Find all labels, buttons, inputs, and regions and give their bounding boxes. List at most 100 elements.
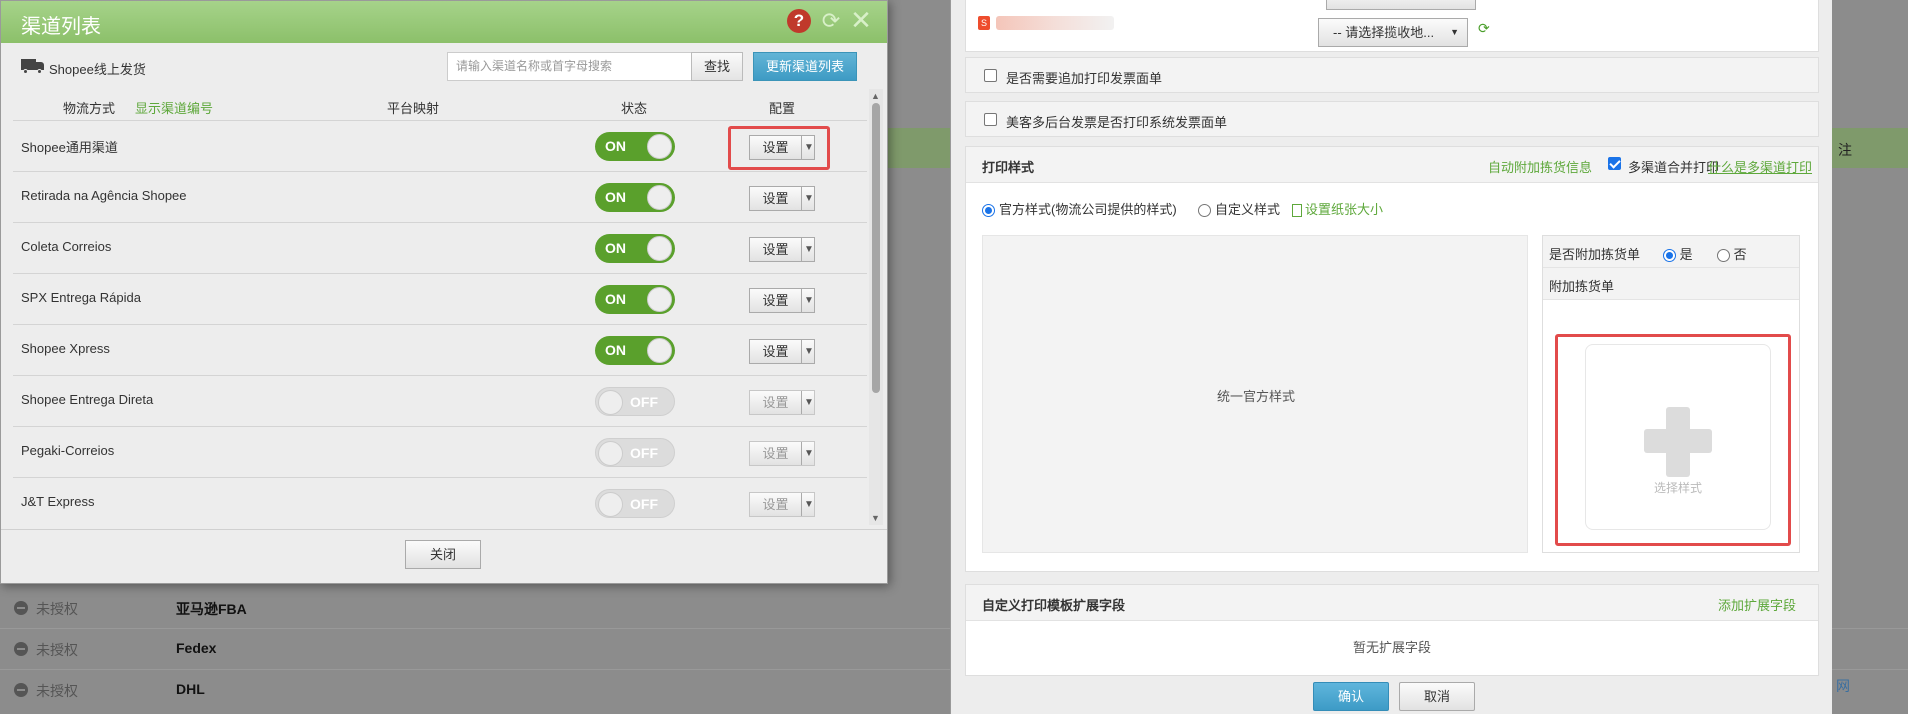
- show-channel-code-link[interactable]: 显示渠道编号: [135, 98, 213, 117]
- attach-label-row: 附加拣货单: [1543, 268, 1799, 300]
- attach-no-option[interactable]: 否: [1717, 244, 1747, 263]
- channel-name: Shopee通用渠道: [21, 140, 118, 155]
- update-channel-list-button[interactable]: 更新渠道列表: [753, 52, 857, 81]
- channel-name: Coleta Correios: [21, 239, 112, 254]
- config-dropdown-button[interactable]: 设置 ▼: [749, 237, 815, 262]
- scroll-up-icon[interactable]: ▲: [871, 91, 880, 101]
- channel-toggle[interactable]: OFF: [595, 489, 675, 518]
- search-button[interactable]: 查找: [691, 52, 743, 81]
- dialog-title: 渠道列表: [21, 16, 101, 38]
- ext-fields-section: 自定义打印模板扩展字段 添加扩展字段 暂无扩展字段: [965, 584, 1819, 676]
- print-style-section: 打印样式 自动附加拣货信息 多渠道合并打印 什么是多渠道打印 官方样式(物流公司…: [965, 146, 1819, 572]
- pick-list-panel: 是否附加拣货单 是 否 附加拣货单 选择样式: [1542, 235, 1800, 553]
- config-dropdown-button[interactable]: 设置 ▼: [749, 186, 815, 211]
- table-row: Pegaki-Correios OFF 设置 ▼: [13, 427, 867, 478]
- ext-fields-empty: 暂无扩展字段: [1352, 640, 1431, 655]
- config-dropdown-button[interactable]: 设置 ▼: [749, 339, 815, 364]
- scrollbar-thumb[interactable]: [872, 103, 880, 393]
- channel-toolbar: Shopee线上发货 请输入渠道名称或首字母搜索 查找 更新渠道列表: [1, 43, 887, 89]
- highlight-frame: [728, 126, 830, 170]
- invoice-option-label: 是否需要追加打印发票面单: [1006, 71, 1163, 86]
- header-config: 配置: [769, 101, 796, 116]
- highlight-frame: [1555, 334, 1791, 546]
- minus-circle-icon: [14, 683, 28, 697]
- shop-info-row: S -- 请选择揽收地... ▼ ⟳: [965, 0, 1819, 52]
- scroll-down-icon[interactable]: ▼: [871, 513, 880, 523]
- channel-list-dialog: 渠道列表 ? ⟳ ✕ Shopee线上发货 请输入渠道名称或首字母搜索 查找 更…: [0, 0, 888, 584]
- close-button[interactable]: 关闭: [405, 540, 481, 569]
- shopee-logo-icon: S: [978, 16, 990, 30]
- partial-button[interactable]: [1326, 0, 1476, 10]
- attach-yes-radio[interactable]: [1663, 249, 1676, 263]
- channel-name: Shopee Xpress: [21, 341, 110, 356]
- multi-merge-checkbox[interactable]: [1608, 157, 1621, 170]
- chevron-down-icon: ▼: [804, 346, 814, 357]
- truck-icon: [21, 59, 45, 74]
- refresh-icon[interactable]: ⟳: [1478, 20, 1490, 37]
- paper-size-link[interactable]: 设置纸张大小: [1292, 199, 1383, 218]
- channel-table-header: 物流方式 显示渠道编号 平台映射 状态 配置: [13, 89, 867, 121]
- channel-table: 物流方式 显示渠道编号 平台映射 状态 配置 Shopee通用渠道 ON 设置 ▼…: [13, 89, 867, 525]
- cancel-button[interactable]: 取消: [1399, 682, 1475, 711]
- custom-style-radio[interactable]: [1198, 204, 1211, 218]
- config-dropdown-button: 设置 ▼: [749, 441, 815, 466]
- channel-name: J&T Express: [21, 494, 95, 509]
- channel-name: Retirada na Agência Shopee: [21, 188, 187, 203]
- background-row-name: 亚马逊FBA: [176, 601, 247, 617]
- close-icon[interactable]: ✕: [849, 7, 873, 33]
- blurred-shop-name: [996, 16, 1114, 30]
- channel-toggle[interactable]: ON: [595, 132, 675, 161]
- help-icon[interactable]: ?: [787, 9, 811, 33]
- channel-toggle[interactable]: ON: [595, 285, 675, 314]
- channel-toggle[interactable]: ON: [595, 234, 675, 263]
- header-method: 物流方式: [63, 101, 116, 116]
- scrollbar[interactable]: ▲ ▼: [869, 89, 883, 525]
- invoice-checkbox[interactable]: [984, 69, 997, 82]
- pickup-address-select[interactable]: -- 请选择揽收地... ▼: [1318, 18, 1468, 47]
- config-dropdown-button[interactable]: 设置 ▼: [749, 288, 815, 313]
- chevron-down-icon: ▼: [804, 244, 814, 255]
- channel-name: Pegaki-Correios: [21, 443, 115, 458]
- auto-pick-info-link[interactable]: 自动附加拣货信息: [1488, 157, 1592, 176]
- background-row-status: 未授权: [36, 642, 78, 658]
- refresh-icon[interactable]: ⟳: [819, 9, 843, 33]
- add-ext-field-link[interactable]: 添加扩展字段: [1718, 595, 1796, 614]
- shop-label: Shopee线上发货: [49, 62, 146, 77]
- background-edge-text-2: 网: [1836, 678, 1850, 694]
- table-row: Coleta Correios ON 设置 ▼: [13, 223, 867, 274]
- channel-name: SPX Entrega Rápida: [21, 290, 141, 305]
- config-dropdown-button: 设置 ▼: [749, 390, 815, 415]
- official-style-radio[interactable]: [982, 204, 995, 218]
- table-row: SPX Entrega Rápida ON 设置 ▼: [13, 274, 867, 325]
- table-row: J&T Express OFF 设置 ▼: [13, 478, 867, 525]
- background-row: 未授权 DHL: [0, 670, 900, 710]
- table-row: Retirada na Agência Shopee ON 设置 ▼: [13, 172, 867, 223]
- confirm-button[interactable]: 确认: [1313, 682, 1389, 711]
- config-dropdown-button: 设置 ▼: [749, 492, 815, 517]
- channel-toggle[interactable]: ON: [595, 336, 675, 365]
- channel-toggle[interactable]: OFF: [595, 387, 675, 416]
- meike-invoice-checkbox[interactable]: [984, 113, 997, 126]
- print-style-title: 打印样式: [982, 160, 1035, 175]
- attach-question-label: 是否附加拣货单: [1549, 247, 1641, 262]
- background-edge-text: 注: [1838, 142, 1852, 158]
- preview-label: 统一官方样式: [1216, 389, 1295, 404]
- channel-toggle[interactable]: OFF: [595, 438, 675, 467]
- header-status: 状态: [621, 101, 648, 116]
- custom-style-option[interactable]: 自定义样式: [1198, 199, 1280, 218]
- print-settings-panel: S -- 请选择揽收地... ▼ ⟳ 是否需要追加打印发票面单 美客多后台发票是否…: [950, 0, 1832, 714]
- chevron-down-icon: ▼: [804, 499, 814, 510]
- background-row-name: Fedex: [176, 640, 217, 656]
- official-style-option[interactable]: 官方样式(物流公司提供的样式): [982, 199, 1177, 218]
- attach-yes-option[interactable]: 是: [1663, 244, 1693, 263]
- what-is-multi-link[interactable]: 什么是多渠道打印: [1708, 157, 1812, 176]
- document-icon: [1292, 204, 1302, 218]
- background-row: 未授权 Fedex: [0, 629, 900, 669]
- print-style-header: 打印样式 自动附加拣货信息 多渠道合并打印 什么是多渠道打印: [966, 147, 1818, 183]
- channel-search-input[interactable]: 请输入渠道名称或首字母搜索: [447, 52, 693, 81]
- attach-no-radio[interactable]: [1717, 249, 1730, 263]
- attach-question-row: 是否附加拣货单 是 否: [1543, 236, 1799, 268]
- invoice-option-row: 是否需要追加打印发票面单: [965, 57, 1819, 93]
- channel-toggle[interactable]: ON: [595, 183, 675, 212]
- table-row: Shopee Xpress ON 设置 ▼: [13, 325, 867, 376]
